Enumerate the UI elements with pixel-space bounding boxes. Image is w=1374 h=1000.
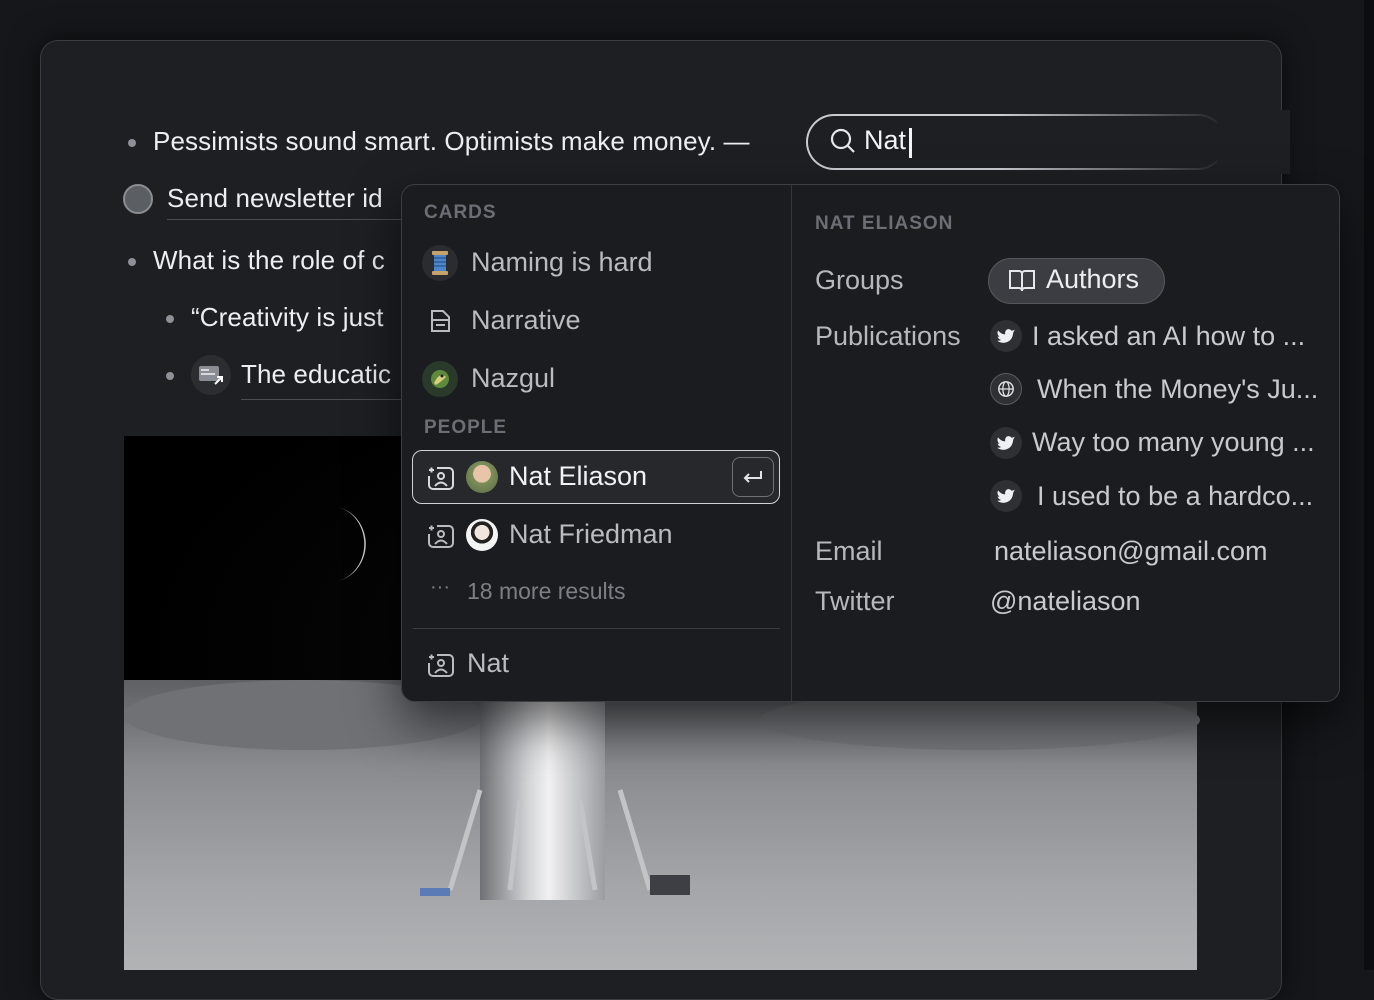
- globe-icon: [990, 373, 1022, 405]
- result-card-narrative[interactable]: Narrative: [471, 305, 581, 336]
- book-icon: [1009, 270, 1035, 292]
- enter-icon: [743, 471, 762, 483]
- window-edge: [1364, 0, 1374, 970]
- doc-line-question[interactable]: What is the role of c: [153, 245, 385, 276]
- doc-line-quote[interactable]: Pessimists sound smart. Optimists make m…: [153, 126, 750, 157]
- bullet: [128, 139, 136, 147]
- popup-divider: [791, 185, 792, 701]
- create-divider: [413, 628, 780, 629]
- avatar-nat-friedman: [466, 519, 498, 551]
- people-section-label: PEOPLE: [424, 417, 508, 438]
- person-card-icon: [428, 467, 454, 490]
- twitter-handle[interactable]: @nateliason: [990, 586, 1141, 617]
- twitter-label: Twitter: [815, 586, 895, 616]
- doc-line-education[interactable]: The educatic: [241, 359, 391, 390]
- text-caret: [909, 128, 912, 158]
- publication-4[interactable]: I used to be a hardco...: [1037, 481, 1313, 512]
- email-value[interactable]: nateliason@gmail.com: [994, 536, 1268, 567]
- bullet: [166, 372, 174, 380]
- publication-3[interactable]: Way too many young ...: [1032, 427, 1315, 458]
- cards-section-label: CARDS: [424, 202, 497, 223]
- linked-card-icon[interactable]: [191, 355, 231, 395]
- twitter-icon: [990, 427, 1022, 459]
- publication-2[interactable]: When the Money's Ju...: [1037, 374, 1318, 405]
- doc-line-creativity[interactable]: “Creativity is just: [191, 302, 384, 333]
- bullet: [128, 258, 136, 266]
- search-fade: [1000, 110, 1290, 174]
- spool-icon: [422, 245, 458, 281]
- email-label: Email: [815, 536, 883, 566]
- lander-legs: [420, 789, 690, 896]
- result-person-nat-eliason[interactable]: Nat Eliason: [509, 461, 647, 492]
- result-card-nazgul[interactable]: Nazgul: [471, 363, 555, 394]
- enter-key-hint: [732, 457, 774, 497]
- publications-label: Publications: [815, 321, 961, 351]
- document-icon: [422, 303, 458, 339]
- group-chip-label: Authors: [1046, 264, 1140, 294]
- create-new-person[interactable]: Nat: [467, 648, 509, 679]
- todo-underline: [167, 219, 402, 220]
- avatar-nat-eliason: [466, 461, 498, 493]
- person-card-icon: [428, 525, 454, 548]
- search-icon: [830, 128, 855, 153]
- create-person-icon: [428, 654, 454, 677]
- ellipsis-icon: ···: [430, 576, 450, 598]
- result-card-naming[interactable]: Naming is hard: [471, 247, 653, 278]
- publication-1[interactable]: I asked an AI how to ...: [1032, 321, 1305, 352]
- result-person-nat-friedman[interactable]: Nat Friedman: [509, 519, 673, 550]
- search-input[interactable]: Nat: [864, 125, 906, 156]
- twitter-icon: [990, 480, 1022, 512]
- detail-heading: NAT ELIASON: [815, 213, 954, 234]
- moon-image: [338, 507, 366, 581]
- todo-checkbox[interactable]: [123, 184, 153, 214]
- bullet: [166, 315, 174, 323]
- doc-line-todo[interactable]: Send newsletter id: [167, 183, 383, 214]
- more-results-link[interactable]: 18 more results: [467, 578, 626, 605]
- nazgul-icon: [422, 361, 458, 397]
- groups-label: Groups: [815, 265, 904, 295]
- link-underline: [241, 399, 402, 400]
- twitter-icon: [990, 320, 1022, 352]
